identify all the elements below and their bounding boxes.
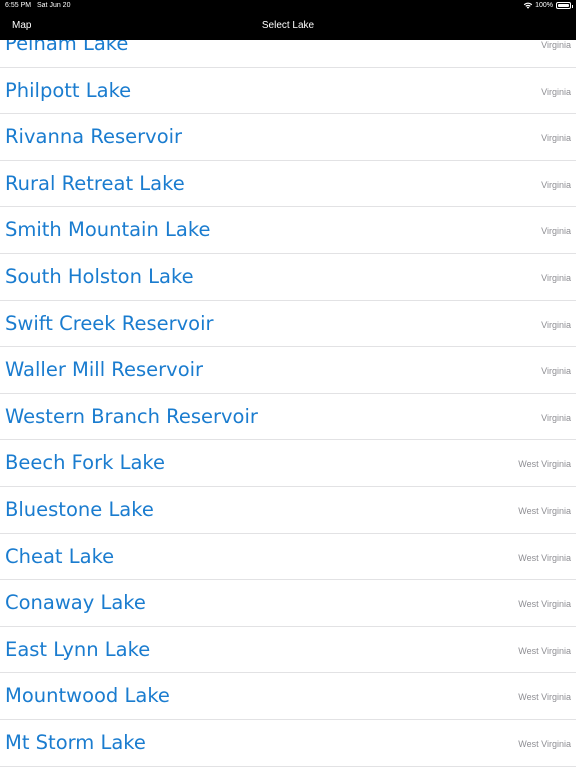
lake-name: Philpott Lake <box>5 78 132 102</box>
lake-name: Pelham Lake <box>5 40 129 55</box>
lake-state: West Virginia <box>518 645 571 656</box>
lake-state: West Virginia <box>518 599 571 610</box>
lake-state: Virginia <box>541 272 571 283</box>
lake-state: West Virginia <box>518 459 571 470</box>
lake-name: Western Branch Reservoir <box>5 404 258 428</box>
list-item[interactable]: Rivanna Reservoir Virginia <box>0 114 576 161</box>
list-item[interactable]: Smith Mountain Lake Virginia <box>0 207 576 254</box>
list-item[interactable]: Pelham Lake Virginia <box>0 40 576 68</box>
lake-name: Bluestone Lake <box>5 497 154 521</box>
lake-state: Virginia <box>541 412 571 423</box>
lake-state: West Virginia <box>518 552 571 563</box>
lake-name: Smith Mountain Lake <box>5 218 211 242</box>
page-title: Select Lake <box>261 20 315 31</box>
lake-name: Rural Retreat Lake <box>5 171 185 195</box>
wifi-icon <box>523 2 533 9</box>
status-indicators: 100% <box>523 0 573 11</box>
lake-name: Waller Mill Reservoir <box>5 358 204 382</box>
lake-state: Virginia <box>541 366 571 377</box>
lake-name: Mt Storm Lake <box>5 730 146 754</box>
list-item[interactable]: Rural Retreat Lake Virginia <box>0 161 576 208</box>
list-item[interactable]: Bluestone Lake West Virginia <box>0 487 576 534</box>
lake-state: Virginia <box>541 226 571 237</box>
list-item[interactable]: Swift Creek Reservoir Virginia <box>0 301 576 348</box>
list-item[interactable]: Waller Mill Reservoir Virginia <box>0 347 576 394</box>
list-item[interactable]: South Holston Lake Virginia <box>0 254 576 301</box>
list-item[interactable]: Western Branch Reservoir Virginia <box>0 394 576 441</box>
lake-state: Virginia <box>541 319 571 330</box>
battery-percentage: 100% <box>535 2 553 9</box>
list-item[interactable]: Mt Storm Lake West Virginia <box>0 720 576 767</box>
lake-name: Swift Creek Reservoir <box>5 311 214 335</box>
lake-name: Cheat Lake <box>5 544 115 568</box>
list-item[interactable]: Philpott Lake Virginia <box>0 68 576 115</box>
lake-state: West Virginia <box>518 738 571 749</box>
lake-name: Beech Fork Lake <box>5 451 166 475</box>
lake-state: Virginia <box>541 86 571 97</box>
lake-state: Virginia <box>541 133 571 144</box>
lake-name: Rivanna Reservoir <box>5 125 183 149</box>
status-bar: 6:55 PM Sat Jun 20 100% <box>0 0 576 11</box>
list-item[interactable]: Beech Fork Lake West Virginia <box>0 440 576 487</box>
lake-state: West Virginia <box>518 505 571 516</box>
back-button-map[interactable]: Map <box>12 11 31 40</box>
list-item[interactable]: Mountwood Lake West Virginia <box>0 673 576 720</box>
lake-name: Conaway Lake <box>5 591 146 615</box>
status-date: Sat Jun 20 <box>37 2 71 9</box>
navigation-bar: Map Select Lake <box>0 11 576 40</box>
battery-icon <box>556 2 573 9</box>
list-item[interactable]: Conaway Lake West Virginia <box>0 580 576 627</box>
lake-name: South Holston Lake <box>5 264 194 288</box>
lake-list[interactable]: Pelham Lake Virginia Philpott Lake Virginia… <box>0 40 576 768</box>
app-window: 6:55 PM Sat Jun 20 100% Map Select Lake … <box>0 0 576 768</box>
list-item[interactable]: East Lynn Lake West Virginia <box>0 627 576 674</box>
status-time: 6:55 PM <box>5 2 32 9</box>
battery-fill <box>558 4 569 7</box>
list-item[interactable]: Cheat Lake West Virginia <box>0 534 576 581</box>
lake-name: Mountwood Lake <box>5 684 170 708</box>
lake-state: Virginia <box>541 40 571 50</box>
lake-state: West Virginia <box>518 692 571 703</box>
lake-list-content: Pelham Lake Virginia Philpott Lake Virginia… <box>0 40 576 767</box>
lake-state: Virginia <box>541 179 571 190</box>
lake-name: East Lynn Lake <box>5 637 151 661</box>
